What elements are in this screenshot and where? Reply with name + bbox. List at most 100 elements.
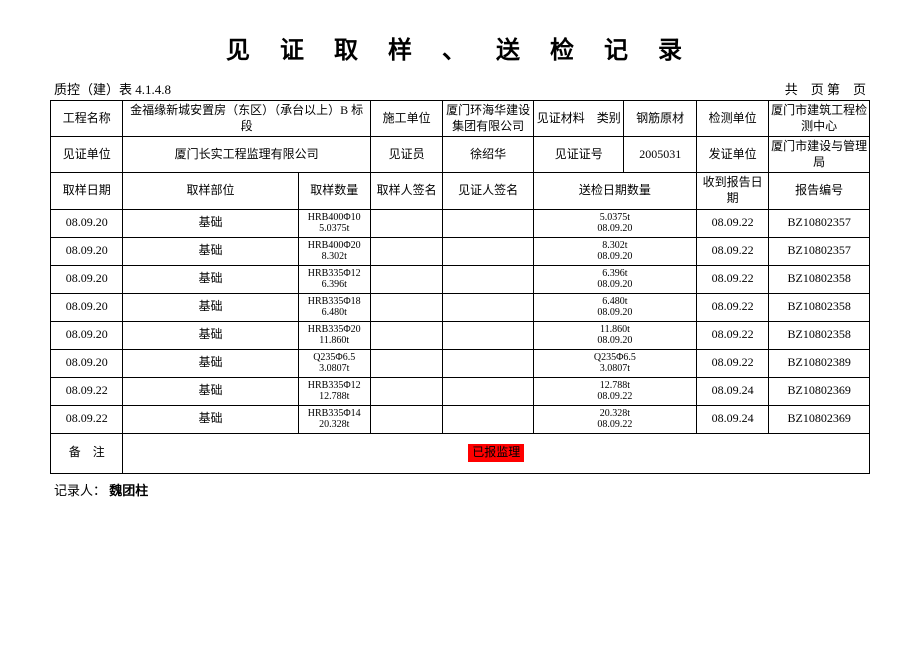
label-material-type: 见证材料 类别	[533, 101, 624, 137]
label-project-name: 工程名称	[51, 101, 123, 137]
cell-sample-part: 基础	[123, 405, 298, 433]
cell-submit-date-qty: 5.0375t08.09.20	[533, 209, 696, 237]
cell-receive-date: 08.09.22	[696, 349, 768, 377]
cell-receive-date: 08.09.22	[696, 237, 768, 265]
cell-sample-part: 基础	[123, 349, 298, 377]
cell-report-no: BZ10802369	[769, 405, 870, 433]
recorder-label: 记录人：	[54, 483, 106, 498]
col-sample-part: 取样部位	[123, 173, 298, 209]
cell-receive-date: 08.09.22	[696, 265, 768, 293]
label-issue-unit: 发证单位	[696, 137, 768, 173]
cell-sample-part: 基础	[123, 377, 298, 405]
cell-sample-qty: HRB400Φ105.0375t	[298, 209, 370, 237]
col-sampler-sign: 取样人签名	[370, 173, 442, 209]
value-witness-unit: 厦门长实工程监理有限公司	[123, 137, 371, 173]
col-submit-date-qty: 送检日期数量	[533, 173, 696, 209]
value-witness-cert-no: 2005031	[624, 137, 696, 173]
col-report-no: 报告编号	[769, 173, 870, 209]
cell-submit-date-qty: 11.860t08.09.20	[533, 321, 696, 349]
cell-sample-qty: HRB400Φ208.302t	[298, 237, 370, 265]
value-material-type: 钢筋原材	[624, 101, 696, 137]
cell-sampler-sign	[370, 377, 442, 405]
cell-submit-date-qty: Q235Φ6.53.0807t	[533, 349, 696, 377]
cell-sampler-sign	[370, 405, 442, 433]
cell-sampler-sign	[370, 237, 442, 265]
cell-sample-date: 08.09.20	[51, 265, 123, 293]
cell-sample-qty: HRB335Φ1212.788t	[298, 377, 370, 405]
cell-sample-qty: Q235Φ6.53.0807t	[298, 349, 370, 377]
remark-highlight: 已报监理	[468, 444, 524, 462]
label-test-unit: 检测单位	[696, 101, 768, 137]
remark-label: 备 注	[51, 433, 123, 473]
cell-receive-date: 08.09.22	[696, 209, 768, 237]
cell-receive-date: 08.09.22	[696, 293, 768, 321]
cell-witness-sign	[443, 321, 534, 349]
record-table: 工程名称 金福缘新城安置房（东区）（承台以上）B 标段 施工单位 厦门环海华建设…	[50, 100, 870, 474]
table-row: 08.09.20基础HRB400Φ105.0375t 5.0375t08.09.2…	[51, 209, 870, 237]
col-witness-sign: 见证人签名	[443, 173, 534, 209]
value-witness-person: 徐绍华	[443, 137, 534, 173]
cell-sampler-sign	[370, 349, 442, 377]
cell-receive-date: 08.09.24	[696, 377, 768, 405]
cell-sample-part: 基础	[123, 209, 298, 237]
cell-receive-date: 08.09.24	[696, 405, 768, 433]
cell-submit-date-qty: 8.302t08.09.20	[533, 237, 696, 265]
cell-report-no: BZ10802358	[769, 321, 870, 349]
cell-sample-date: 08.09.22	[51, 405, 123, 433]
value-issue-unit: 厦门市建设与管理局	[769, 137, 870, 173]
value-test-unit: 厦门市建筑工程检测中心	[769, 101, 870, 137]
table-row: 08.09.20基础HRB335Φ2011.860t11.860t08.09.2…	[51, 321, 870, 349]
cell-sample-qty: HRB335Φ126.396t	[298, 265, 370, 293]
table-row: 08.09.20基础Q235Φ6.53.0807tQ235Φ6.53.0807t…	[51, 349, 870, 377]
col-sample-qty: 取样数量	[298, 173, 370, 209]
remark-cell: 已报监理	[123, 433, 870, 473]
cell-report-no: BZ10802357	[769, 209, 870, 237]
cell-sample-date: 08.09.20	[51, 209, 123, 237]
cell-sample-part: 基础	[123, 321, 298, 349]
label-witness-person: 见证员	[370, 137, 442, 173]
table-row: 08.09.20基础HRB400Φ208.302t 8.302t08.09.200…	[51, 237, 870, 265]
cell-witness-sign	[443, 293, 534, 321]
value-project-name: 金福缘新城安置房（东区）（承台以上）B 标段	[123, 101, 371, 137]
cell-witness-sign	[443, 237, 534, 265]
label-construction-unit: 施工单位	[370, 101, 442, 137]
recorder-name: 魏团柱	[109, 483, 148, 498]
header-row-1: 工程名称 金福缘新城安置房（东区）（承台以上）B 标段 施工单位 厦门环海华建设…	[51, 101, 870, 137]
cell-sample-qty: HRB335Φ1420.328t	[298, 405, 370, 433]
cell-witness-sign	[443, 349, 534, 377]
cell-submit-date-qty: 6.396t08.09.20	[533, 265, 696, 293]
cell-submit-date-qty: 20.328t08.09.22	[533, 405, 696, 433]
cell-receive-date: 08.09.22	[696, 321, 768, 349]
cell-sample-qty: HRB335Φ2011.860t	[298, 321, 370, 349]
table-row: 08.09.22基础HRB335Φ1420.328t 20.328t08.09.2…	[51, 405, 870, 433]
recorder-line: 记录人： 魏团柱	[50, 480, 870, 499]
col-sample-date: 取样日期	[51, 173, 123, 209]
form-number: 质控（建）表 4.1.4.8	[54, 79, 171, 98]
cell-report-no: BZ10802358	[769, 293, 870, 321]
table-row: 08.09.20基础HRB335Φ186.480t6.480t08.09.200…	[51, 293, 870, 321]
cell-submit-date-qty: 6.480t08.09.20	[533, 293, 696, 321]
table-row: 08.09.20基础HRB335Φ126.396t 6.396t08.09.200…	[51, 265, 870, 293]
cell-sampler-sign	[370, 209, 442, 237]
cell-submit-date-qty: 12.788t08.09.22	[533, 377, 696, 405]
cell-report-no: BZ10802369	[769, 377, 870, 405]
value-construction-unit: 厦门环海华建设集团有限公司	[443, 101, 534, 137]
label-witness-unit: 见证单位	[51, 137, 123, 173]
cell-sample-part: 基础	[123, 293, 298, 321]
header-row-2: 见证单位 厦门长实工程监理有限公司 见证员 徐绍华 见证证号 2005031 发…	[51, 137, 870, 173]
cell-sample-qty: HRB335Φ186.480t	[298, 293, 370, 321]
cell-sample-date: 08.09.20	[51, 349, 123, 377]
cell-sample-part: 基础	[123, 237, 298, 265]
cell-sample-part: 基础	[123, 265, 298, 293]
cell-witness-sign	[443, 405, 534, 433]
cell-sample-date: 08.09.20	[51, 237, 123, 265]
table-row: 08.09.22基础HRB335Φ1212.788t12.788t08.09.2…	[51, 377, 870, 405]
label-witness-cert-no: 见证证号	[533, 137, 624, 173]
doc-title: 见 证 取 样 、 送 检 记 录	[50, 30, 870, 65]
column-header-row: 取样日期 取样部位 取样数量 取样人签名 见证人签名 送检日期数量 收到报告日期…	[51, 173, 870, 209]
page-info: 共 页 第 页	[785, 79, 866, 98]
remark-row: 备 注 已报监理	[51, 433, 870, 473]
cell-witness-sign	[443, 265, 534, 293]
cell-witness-sign	[443, 377, 534, 405]
cell-witness-sign	[443, 209, 534, 237]
